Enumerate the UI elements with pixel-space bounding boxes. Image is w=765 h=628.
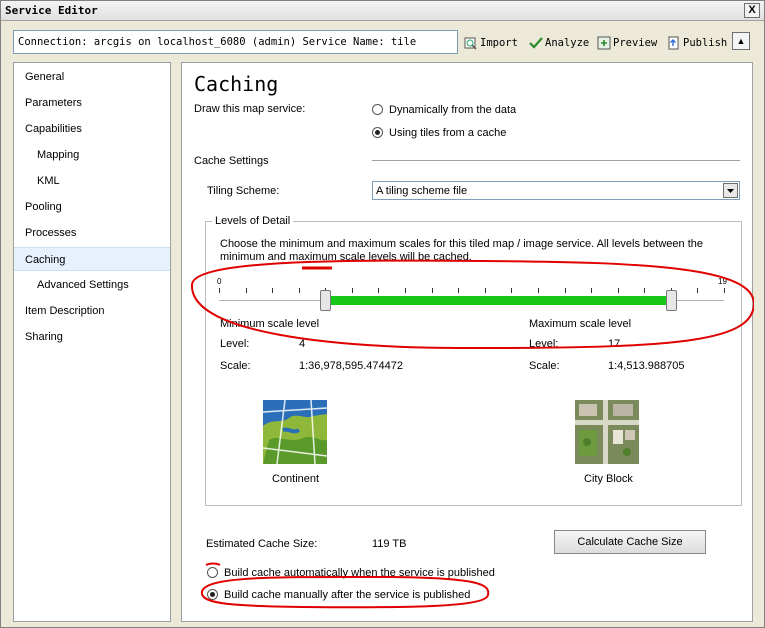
slider-tick: [618, 288, 619, 293]
slider-tick: [458, 288, 459, 293]
slider-tick: [272, 288, 273, 293]
slider-tick: [591, 288, 592, 293]
tiling-scheme-select[interactable]: A tiling scheme file: [372, 181, 740, 200]
radio-build-auto[interactable]: [207, 567, 218, 578]
caching-panel: Caching Draw this map service: Dynamical…: [181, 62, 754, 622]
radio-tiles[interactable]: [372, 127, 383, 138]
nav-item-parameters[interactable]: Parameters: [14, 91, 170, 115]
min-level-slider-handle[interactable]: [320, 290, 331, 311]
title-bar: Service Editor X: [1, 1, 764, 21]
max-level-label: Level:: [529, 338, 559, 350]
publish-button[interactable]: Publish: [667, 34, 727, 52]
import-icon: [464, 37, 477, 50]
min-scale-value: 1:36,978,595.474472: [299, 360, 403, 372]
close-button[interactable]: X: [744, 3, 760, 18]
max-scale-label: Scale:: [529, 360, 560, 372]
continent-map-thumbnail: [263, 400, 327, 464]
collapse-button[interactable]: ▲: [732, 32, 750, 50]
min-level-value: 4: [299, 338, 306, 350]
nav-item-general[interactable]: General: [14, 65, 170, 89]
slider-selected-range: [325, 296, 671, 305]
connection-field[interactable]: Connection: arcgis on localhost_6080 (ad…: [13, 30, 458, 54]
draw-label: Draw this map service:: [194, 103, 306, 115]
analyze-label: Analyze: [545, 37, 590, 49]
import-label: Import: [480, 37, 518, 49]
slider-tick: [219, 288, 220, 293]
service-editor-window: Service Editor X Connection: arcgis on l…: [0, 0, 765, 628]
publish-label: Publish: [683, 37, 728, 49]
radio-build-manual[interactable]: [207, 589, 218, 600]
levels-of-detail-title: Levels of Detail: [212, 215, 294, 227]
publish-icon: [668, 36, 679, 50]
radio-dynamic[interactable]: [372, 104, 383, 115]
nav-item-mapping[interactable]: Mapping: [14, 143, 170, 167]
nav-item-pooling[interactable]: Pooling: [14, 195, 170, 219]
radio-tiles-label: Using tiles from a cache: [389, 127, 507, 139]
calculate-cache-size-button[interactable]: Calculate Cache Size: [554, 530, 706, 554]
tiling-scheme-label: Tiling Scheme:: [207, 185, 280, 197]
min-level-label: Level:: [220, 338, 250, 350]
window-title: Service Editor: [5, 4, 98, 17]
slider-tick: [352, 288, 353, 293]
tiling-scheme-value: A tiling scheme file: [376, 185, 468, 197]
nav-item-capabilities[interactable]: Capabilities: [14, 117, 170, 141]
preview-icon: [597, 36, 611, 50]
slider-tick: [432, 288, 433, 293]
estimated-size-value: 119 TB: [372, 538, 407, 550]
nav-item-advanced-settings[interactable]: Advanced Settings: [14, 273, 170, 297]
settings-nav: General Parameters Capabilities Mapping …: [13, 62, 171, 622]
max-level-value: 17: [608, 338, 621, 350]
build-manual-label: Build cache manually after the service i…: [224, 589, 471, 601]
nav-item-kml[interactable]: KML: [14, 169, 170, 193]
slider-max-label: 19: [718, 277, 727, 286]
nav-item-processes[interactable]: Processes: [14, 221, 170, 245]
dropdown-arrow-icon[interactable]: [723, 183, 738, 198]
slider-tick: [405, 288, 406, 293]
slider-min-label: 0: [217, 277, 222, 286]
max-scale-heading: Maximum scale level: [529, 318, 632, 330]
levels-description: Choose the minimum and maximum scales fo…: [220, 238, 703, 263]
slider-tick: [485, 288, 486, 293]
slider-tick: [538, 288, 539, 293]
slider-tick: [565, 288, 566, 293]
city-block-caption: City Block: [584, 473, 633, 485]
page-title: Caching: [194, 72, 279, 96]
analyze-button[interactable]: Analyze: [529, 34, 589, 52]
import-button[interactable]: Import: [464, 34, 518, 52]
nav-item-sharing[interactable]: Sharing: [14, 325, 170, 349]
max-scale-value: 1:4,513.988705: [608, 360, 685, 372]
max-level-slider-handle[interactable]: [666, 290, 677, 311]
preview-button[interactable]: Preview: [597, 34, 657, 52]
slider-tick: [644, 288, 645, 293]
checkmark-icon: [529, 37, 543, 49]
city-block-map-thumbnail: [575, 400, 639, 464]
estimated-size-label: Estimated Cache Size:: [206, 538, 318, 550]
cache-settings-heading: Cache Settings: [194, 155, 269, 167]
slider-tick: [697, 288, 698, 293]
continent-caption: Continent: [272, 473, 320, 485]
min-scale-heading: Minimum scale level: [220, 318, 320, 330]
slider-tick: [724, 288, 725, 293]
nav-item-item-description[interactable]: Item Description: [14, 299, 170, 323]
divider: [372, 160, 740, 161]
radio-dynamic-label: Dynamically from the data: [389, 104, 517, 116]
toolbar: Connection: arcgis on localhost_6080 (ad…: [1, 22, 764, 62]
min-scale-label: Scale:: [220, 360, 251, 372]
slider-tick: [299, 288, 300, 293]
build-auto-label: Build cache automatically when the servi…: [224, 567, 495, 579]
slider-tick: [378, 288, 379, 293]
slider-tick: [511, 288, 512, 293]
slider-tick: [246, 288, 247, 293]
nav-item-caching[interactable]: Caching: [14, 247, 170, 271]
preview-label: Preview: [613, 37, 658, 49]
